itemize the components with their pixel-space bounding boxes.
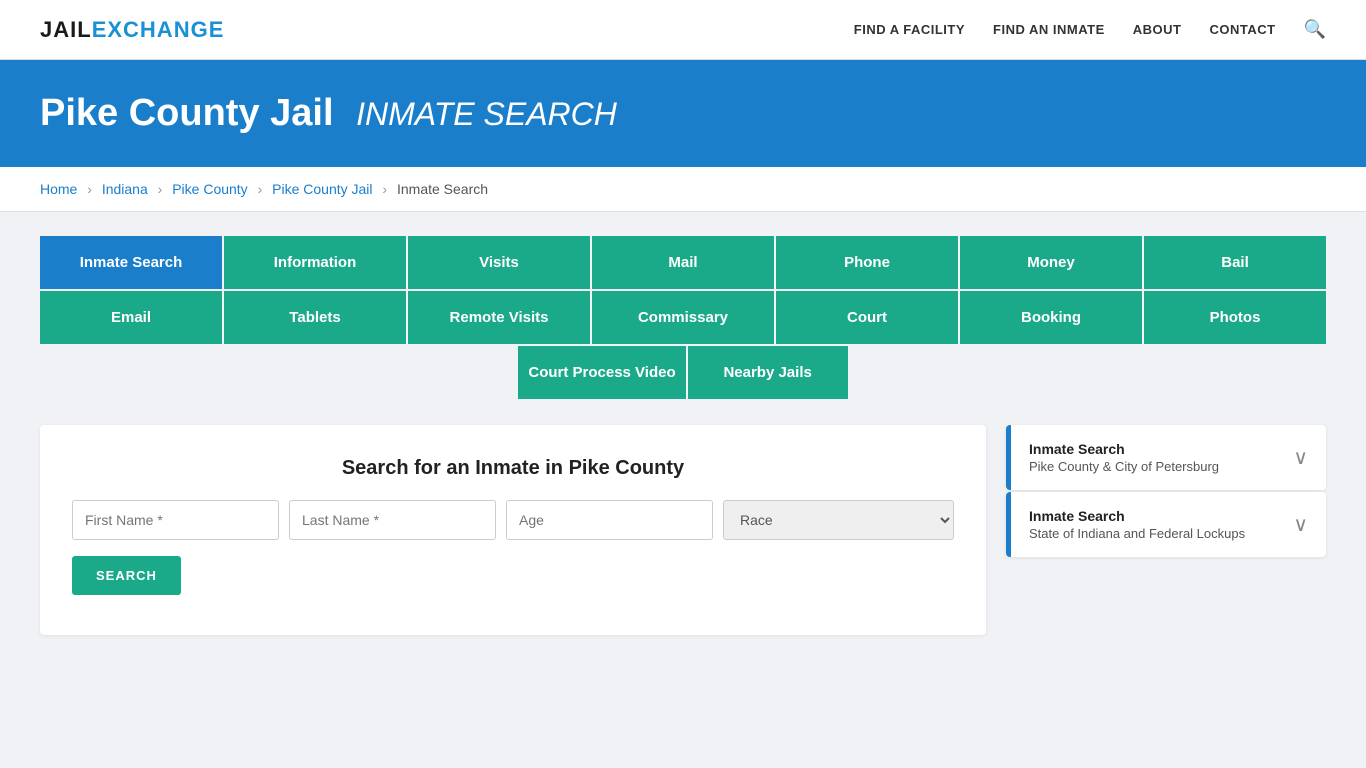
tab-booking[interactable]: Booking <box>960 291 1144 346</box>
sidebar-card-1-title: Inmate Search <box>1029 441 1219 457</box>
chevron-down-icon-2: ∨ <box>1293 512 1308 537</box>
race-select[interactable]: Race White Black Hispanic Asian Other <box>723 500 954 540</box>
tab-inmate-search[interactable]: Inmate Search <box>40 236 224 291</box>
sidebar-card-2-header[interactable]: Inmate Search State of Indiana and Feder… <box>1006 492 1326 557</box>
tab-remote-visits[interactable]: Remote Visits <box>408 291 592 346</box>
tabs-container: Inmate Search Information Visits Mail Ph… <box>40 236 1326 401</box>
tab-nearby-jails[interactable]: Nearby Jails <box>688 346 848 401</box>
sidebar-card-1-subtitle: Pike County & City of Petersburg <box>1029 459 1219 474</box>
last-name-input[interactable] <box>289 500 496 540</box>
sidebar-card-1-text: Inmate Search Pike County & City of Pete… <box>1029 441 1219 474</box>
sidebar-card-2-title: Inmate Search <box>1029 508 1245 524</box>
sidebar-card-2: Inmate Search State of Indiana and Feder… <box>1006 492 1326 557</box>
search-icon-button[interactable]: 🔍 <box>1304 19 1326 40</box>
content-layout: Search for an Inmate in Pike County Race… <box>40 425 1326 635</box>
breadcrumb-sep-1: › <box>87 181 92 197</box>
tab-phone[interactable]: Phone <box>776 236 960 291</box>
search-button[interactable]: SEARCH <box>72 556 181 595</box>
breadcrumb-sep-3: › <box>258 181 263 197</box>
page-title: Pike County Jail INMATE SEARCH <box>40 92 1326 135</box>
tab-commissary[interactable]: Commissary <box>592 291 776 346</box>
tabs-row-2: Email Tablets Remote Visits Commissary C… <box>40 291 1326 346</box>
hero-title-subtitle: INMATE SEARCH <box>356 96 617 132</box>
hero-title-main: Pike County Jail <box>40 92 334 134</box>
breadcrumb-sep-4: › <box>382 181 387 197</box>
breadcrumb-indiana[interactable]: Indiana <box>102 181 148 197</box>
sidebar-card-2-subtitle: State of Indiana and Federal Lockups <box>1029 526 1245 541</box>
nav-find-facility[interactable]: FIND A FACILITY <box>854 22 965 37</box>
nav-contact[interactable]: CONTACT <box>1209 22 1275 37</box>
main-content: Inmate Search Information Visits Mail Ph… <box>0 212 1366 659</box>
nav-about[interactable]: ABOUT <box>1133 22 1182 37</box>
breadcrumb-sep-2: › <box>158 181 163 197</box>
tab-mail[interactable]: Mail <box>592 236 776 291</box>
tab-email[interactable]: Email <box>40 291 224 346</box>
nav-find-inmate[interactable]: FIND AN INMATE <box>993 22 1105 37</box>
search-title: Search for an Inmate in Pike County <box>72 457 954 480</box>
age-input[interactable] <box>506 500 713 540</box>
tabs-row-1: Inmate Search Information Visits Mail Ph… <box>40 236 1326 291</box>
breadcrumb-current: Inmate Search <box>397 181 488 197</box>
chevron-down-icon-1: ∨ <box>1293 445 1308 470</box>
tab-bail[interactable]: Bail <box>1144 236 1326 291</box>
sidebar-card-2-text: Inmate Search State of Indiana and Feder… <box>1029 508 1245 541</box>
main-nav: FIND A FACILITY FIND AN INMATE ABOUT CON… <box>854 19 1326 40</box>
logo-jail: JAIL <box>40 17 92 42</box>
site-logo[interactable]: JAILEXCHANGE <box>40 17 224 43</box>
tabs-row-3: Court Process Video Nearby Jails <box>40 346 1326 401</box>
tab-information[interactable]: Information <box>224 236 408 291</box>
site-header: JAILEXCHANGE FIND A FACILITY FIND AN INM… <box>0 0 1366 60</box>
breadcrumb: Home › Indiana › Pike County › Pike Coun… <box>0 167 1366 212</box>
sidebar-card-1-header[interactable]: Inmate Search Pike County & City of Pete… <box>1006 425 1326 490</box>
breadcrumb-pike-county-jail[interactable]: Pike County Jail <box>272 181 372 197</box>
search-box: Search for an Inmate in Pike County Race… <box>40 425 986 635</box>
breadcrumb-home[interactable]: Home <box>40 181 77 197</box>
tab-photos[interactable]: Photos <box>1144 291 1326 346</box>
tab-court[interactable]: Court <box>776 291 960 346</box>
tab-visits[interactable]: Visits <box>408 236 592 291</box>
tab-tablets[interactable]: Tablets <box>224 291 408 346</box>
search-fields: Race White Black Hispanic Asian Other <box>72 500 954 540</box>
tab-money[interactable]: Money <box>960 236 1144 291</box>
first-name-input[interactable] <box>72 500 279 540</box>
sidebar-card-1: Inmate Search Pike County & City of Pete… <box>1006 425 1326 490</box>
hero-banner: Pike County Jail INMATE SEARCH <box>0 60 1366 167</box>
logo-exchange: EXCHANGE <box>92 17 225 42</box>
sidebar: Inmate Search Pike County & City of Pete… <box>1006 425 1326 559</box>
tab-court-process-video[interactable]: Court Process Video <box>518 346 687 401</box>
breadcrumb-pike-county[interactable]: Pike County <box>172 181 247 197</box>
